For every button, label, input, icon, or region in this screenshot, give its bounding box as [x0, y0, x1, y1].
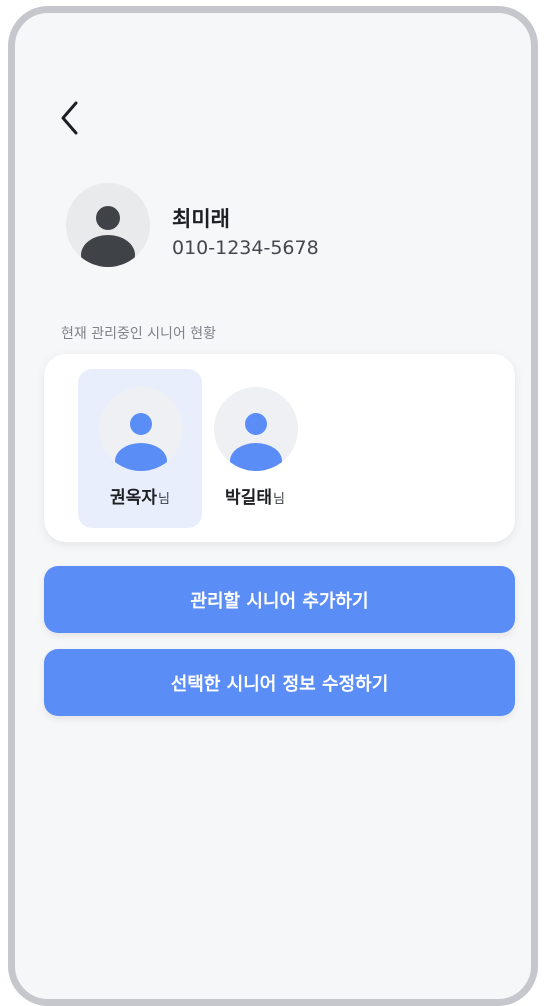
user-avatar — [66, 183, 150, 267]
edit-senior-button[interactable]: 선택한 시니어 정보 수정하기 — [44, 649, 515, 716]
senior-list-card: 권옥자님 박길태님 — [44, 354, 515, 542]
screen: 최미래 010-1234-5678 현재 관리중인 시니어 현황 권옥자님 박길… — [15, 13, 531, 999]
section-title: 현재 관리중인 시니어 현황 — [61, 326, 217, 342]
add-senior-button[interactable]: 관리할 시니어 추가하기 — [44, 566, 515, 633]
senior-name: 권옥자 — [110, 488, 157, 508]
person-icon — [230, 413, 282, 471]
senior-suffix: 님 — [157, 492, 170, 507]
user-phone: 010-1234-5678 — [172, 237, 319, 259]
senior-item-0[interactable]: 권옥자님 — [78, 369, 202, 528]
user-name: 최미래 — [172, 207, 230, 231]
person-icon — [115, 413, 167, 471]
senior-avatar — [99, 387, 183, 471]
person-icon — [81, 206, 135, 267]
back-button[interactable] — [50, 98, 90, 138]
senior-label: 권옥자님 — [78, 483, 202, 508]
senior-avatar — [214, 387, 298, 471]
phone-frame: 최미래 010-1234-5678 현재 관리중인 시니어 현황 권옥자님 박길… — [8, 6, 538, 1006]
senior-item-1[interactable]: 박길태님 — [193, 369, 317, 528]
chevron-left-icon — [61, 101, 78, 135]
senior-label: 박길태님 — [193, 483, 317, 508]
senior-suffix: 님 — [272, 492, 285, 507]
senior-name: 박길태 — [225, 488, 272, 508]
